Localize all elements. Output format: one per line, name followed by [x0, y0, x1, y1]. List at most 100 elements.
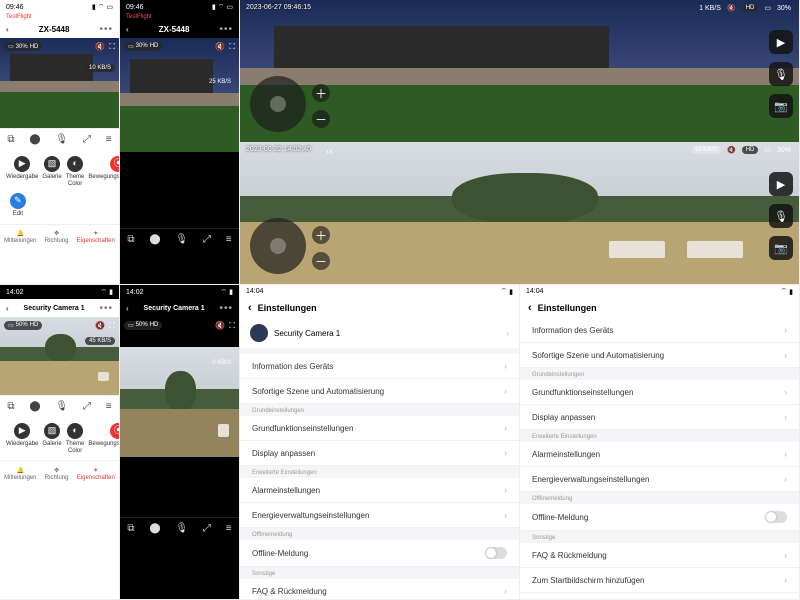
tile-gallery[interactable]: ▧Galerie	[42, 423, 61, 454]
screenshot-icon[interactable]: ⧉	[127, 523, 134, 534]
expand-icon[interactable]: ⤢	[83, 401, 91, 412]
landscape-day[interactable]: 2023-06-22 14:02:40 ‹‹ 92 KB/S 🔇 HD ▭30%…	[240, 142, 799, 284]
live-view[interactable]: ▭30%HD 10 KB/S 🔇⛶	[0, 38, 119, 128]
menu-icon[interactable]: ≡	[226, 234, 232, 245]
fullscreen-icon[interactable]: ⛶	[109, 42, 115, 52]
mute-icon[interactable]: 🔇	[95, 321, 105, 331]
row-offline-toggle[interactable]: Offline-Meldung	[520, 504, 799, 531]
zoom-in-button[interactable]: ＋	[312, 226, 330, 244]
row-firmware[interactable]: Firmware-UpdateAktuellste Version ist in…	[520, 593, 799, 600]
row-faq[interactable]: FAQ & Rückmeldung›	[520, 543, 799, 568]
fullscreen-icon[interactable]: ⛶	[109, 321, 115, 331]
tile-playback[interactable]: ▶Wiedergabe	[6, 156, 38, 187]
mic-icon[interactable]: 🎙	[55, 401, 68, 412]
toggle-offline[interactable]	[765, 511, 787, 523]
camera-row[interactable]: Security Camera 1 ›	[240, 318, 519, 348]
row-scene-automation[interactable]: Sofortige Szene und Automatisierung›	[520, 343, 799, 368]
mic-icon[interactable]: 🎙	[175, 523, 188, 534]
tile-edit[interactable]: ✎Edit	[6, 193, 30, 218]
row-faq[interactable]: FAQ & Rückmeldung›	[240, 579, 519, 600]
tab-features[interactable]: ✦Eigenschaften	[77, 467, 115, 481]
tile-theme[interactable]: ◐Theme Color	[66, 423, 85, 454]
playback-button[interactable]: ▶	[769, 30, 793, 54]
fullscreen-icon[interactable]: ⛶	[229, 42, 235, 52]
mic-icon[interactable]: 🎙	[55, 134, 68, 145]
more-icon[interactable]: •••	[99, 24, 113, 35]
record-icon[interactable]: ⬤	[29, 134, 40, 145]
feature-tiles-2: ✎Edit	[0, 193, 119, 224]
tile-motion[interactable]: ⦿Bewegungserkennung	[88, 423, 120, 454]
menu-icon[interactable]: ≡	[226, 523, 232, 534]
row-power[interactable]: Energieverwaltungseinstellungen›	[240, 503, 519, 528]
playback-button[interactable]: ▶	[769, 172, 793, 196]
wifi-icon: ⌔	[218, 3, 225, 12]
back-icon[interactable]: ‹	[248, 302, 252, 314]
landscape-night[interactable]: 2023-06-27 09:46:15 1 KB/S 🔇 HD ▭30% ＋ －…	[240, 0, 799, 142]
collapse-icon[interactable]: ‹‹	[326, 146, 333, 157]
row-basic-functions[interactable]: Grundfunktionseinstellungen›	[240, 416, 519, 441]
screenshot-icon[interactable]: ⧉	[7, 401, 14, 412]
row-device-info[interactable]: Information des Geräts›	[520, 318, 799, 343]
settings-header: ‹ Einstellungen	[520, 298, 799, 318]
more-icon[interactable]: •••	[99, 303, 113, 314]
zoom-out-button[interactable]: －	[312, 252, 330, 270]
toggle-offline[interactable]	[485, 547, 507, 559]
more-icon[interactable]: •••	[219, 24, 233, 35]
tile-motion[interactable]: ⦿Bewegungserkennung	[88, 156, 120, 187]
menu-icon[interactable]: ≡	[106, 401, 112, 412]
mic-button[interactable]: 🎙	[769, 204, 793, 228]
mute-icon[interactable]: 🔇	[727, 4, 736, 12]
quality-badge[interactable]: HD	[742, 4, 759, 12]
record-icon[interactable]: ⬤	[149, 234, 160, 245]
tab-direction[interactable]: ✥Richtung	[45, 467, 69, 481]
mic-icon[interactable]: 🎙	[175, 234, 188, 245]
fullscreen-icon[interactable]: ⛶	[229, 321, 235, 331]
live-view[interactable]: ▭50%HD 0 KB/S 🔇⛶	[120, 317, 239, 517]
zoom-in-button[interactable]: ＋	[312, 84, 330, 102]
record-icon[interactable]: ⬤	[149, 523, 160, 534]
back-icon[interactable]: ‹	[6, 304, 9, 313]
ptz-joystick[interactable]	[250, 76, 306, 132]
tab-features[interactable]: ✦Eigenschaften	[77, 230, 115, 244]
snapshot-button[interactable]: 📷	[769, 236, 793, 260]
expand-icon[interactable]: ⤢	[83, 134, 91, 145]
row-alarm[interactable]: Alarmeinstellungen›	[520, 442, 799, 467]
screenshot-icon[interactable]: ⧉	[127, 234, 134, 245]
row-device-info[interactable]: Information des Geräts›	[240, 354, 519, 379]
back-icon[interactable]: ‹	[6, 25, 9, 34]
tab-direction[interactable]: ✥Richtung	[45, 230, 69, 244]
screenshot-icon[interactable]: ⧉	[7, 134, 14, 145]
mute-icon[interactable]: 🔇	[727, 146, 736, 154]
back-icon[interactable]: ‹	[126, 304, 129, 313]
tile-playback[interactable]: ▶Wiedergabe	[6, 423, 38, 454]
back-icon[interactable]: ‹	[528, 302, 532, 314]
live-view[interactable]: ▭30%HD 25 KB/S 🔇⛶	[120, 38, 239, 228]
tab-notifications[interactable]: 🔔Mitteilungen	[4, 230, 36, 244]
row-alarm[interactable]: Alarmeinstellungen›	[240, 478, 519, 503]
back-icon[interactable]: ‹	[126, 25, 129, 34]
snapshot-button[interactable]: 📷	[769, 94, 793, 118]
quality-badge[interactable]: HD	[742, 146, 759, 154]
tab-notifications[interactable]: 🔔Mitteilungen	[4, 467, 36, 481]
mic-button[interactable]: 🎙	[769, 62, 793, 86]
ptz-joystick[interactable]	[250, 218, 306, 274]
row-scene-automation[interactable]: Sofortige Szene und Automatisierung›	[240, 379, 519, 404]
row-power[interactable]: Energieverwaltungseinstellungen›	[520, 467, 799, 492]
row-offline-toggle[interactable]: Offline-Meldung	[240, 540, 519, 567]
row-display[interactable]: Display anpassen›	[520, 405, 799, 430]
record-icon[interactable]: ⬤	[29, 401, 40, 412]
more-icon[interactable]: •••	[219, 303, 233, 314]
expand-icon[interactable]: ⤢	[203, 523, 211, 534]
row-homescreen[interactable]: Zum Startbildschirm hinzufügen›	[520, 568, 799, 593]
mute-icon[interactable]: 🔇	[95, 42, 105, 52]
row-basic-functions[interactable]: Grundfunktionseinstellungen›	[520, 380, 799, 405]
menu-icon[interactable]: ≡	[106, 134, 112, 145]
tile-theme[interactable]: ◐Theme Color	[66, 156, 85, 187]
tile-gallery[interactable]: ▧Galerie	[42, 156, 61, 187]
expand-icon[interactable]: ⤢	[203, 234, 211, 245]
mute-icon[interactable]: 🔇	[215, 321, 225, 331]
row-display[interactable]: Display anpassen›	[240, 441, 519, 466]
live-view[interactable]: ▭50%HD 45 KB/S 🔇⛶	[0, 317, 119, 395]
mute-icon[interactable]: 🔇	[215, 42, 225, 52]
zoom-out-button[interactable]: －	[312, 110, 330, 128]
